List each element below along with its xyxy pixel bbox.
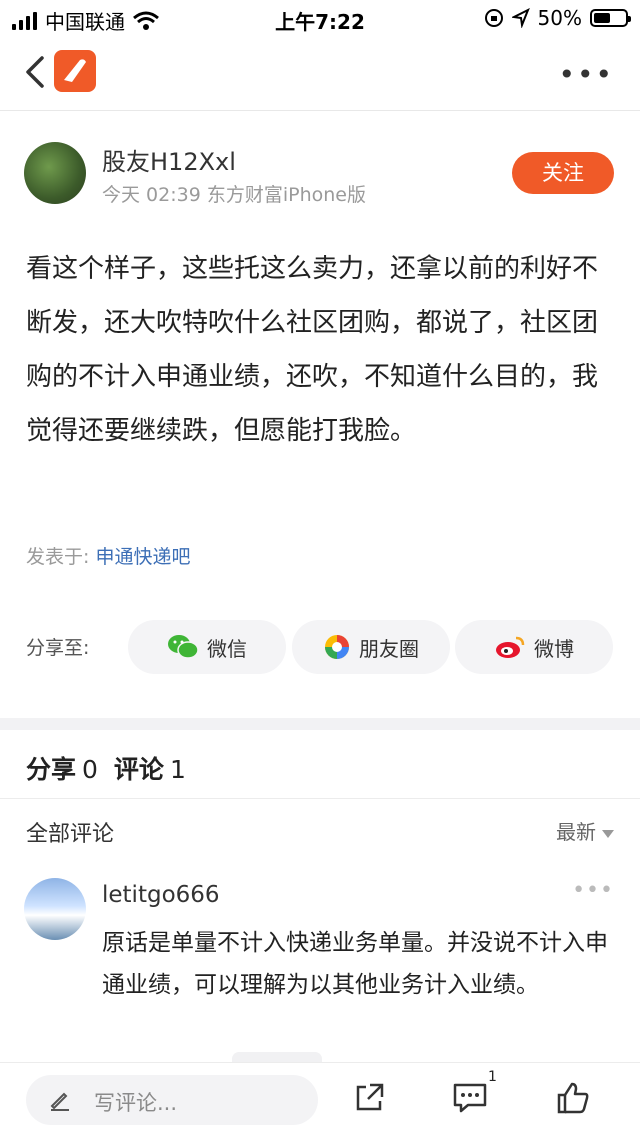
- posted-in: 发表于: 申通快递吧: [26, 542, 190, 569]
- share-count-label[interactable]: 分享: [26, 755, 76, 784]
- follow-button[interactable]: 关注: [512, 152, 614, 194]
- battery-icon: [590, 9, 631, 27]
- sort-dropdown[interactable]: 最新: [556, 816, 614, 845]
- comment-icon[interactable]: [452, 1081, 488, 1115]
- share-count: 0: [82, 755, 98, 784]
- caret-down-icon: [602, 829, 614, 838]
- back-arrow-icon[interactable]: [22, 54, 46, 90]
- share-to-label: 分享至:: [26, 637, 90, 659]
- more-options-icon[interactable]: •••: [558, 58, 614, 91]
- post-body: 看这个样子，这些托这么卖力，还拿以前的利好不断发，还大吹特吹什么社区团购，都说了…: [26, 254, 599, 446]
- moments-icon: [325, 635, 349, 659]
- app-logo-icon: [54, 50, 96, 92]
- bottom-bar: 写评论... 1: [0, 1062, 640, 1139]
- share-weibo-button[interactable]: 微博: [455, 620, 613, 674]
- post-counts: 分享 0 评论 1: [26, 750, 202, 786]
- section-divider: [0, 718, 640, 730]
- post-meta: 今天 02:39 东方财富iPhone版: [102, 184, 366, 206]
- sort-label: 最新: [556, 820, 596, 844]
- commenter-name[interactable]: letitgo666: [102, 882, 220, 908]
- comment-input[interactable]: 写评论...: [26, 1075, 318, 1125]
- comment-more-icon[interactable]: •••: [572, 878, 614, 903]
- nav-bar: •••: [0, 36, 640, 111]
- all-comments-title: 全部评论: [26, 822, 115, 847]
- pencil-icon: [50, 1092, 69, 1111]
- share-icon[interactable]: [352, 1081, 386, 1115]
- stock-bar-link[interactable]: 申通快递吧: [95, 546, 190, 568]
- share-wechat-label: 微信: [207, 636, 247, 661]
- comment-placeholder: 写评论...: [94, 1091, 178, 1115]
- author-avatar[interactable]: [24, 142, 86, 204]
- share-wechat-button[interactable]: 微信: [128, 620, 286, 674]
- location-icon: [511, 8, 530, 28]
- share-weibo-label: 微博: [534, 636, 574, 661]
- comment-badge: 1: [488, 1069, 497, 1085]
- comment-text: 原话是单量不计入快递业务单量。并没说不计入申通业绩，可以理解为以其他业务计入业绩…: [102, 930, 608, 998]
- share-moments-button[interactable]: 朋友圈: [292, 620, 450, 674]
- weibo-icon: [496, 636, 525, 658]
- comment-count: 1: [169, 755, 186, 784]
- comment-count-label[interactable]: 评论: [114, 755, 164, 784]
- posted-in-label: 发表于:: [26, 546, 90, 568]
- wechat-icon: [168, 635, 199, 659]
- battery-percent: 50%: [537, 6, 582, 30]
- author-name[interactable]: 股友H12Xxl: [102, 142, 236, 177]
- status-bar: 中国联通 上午7:22 50%: [0, 0, 640, 36]
- like-icon[interactable]: [556, 1081, 590, 1115]
- orientation-lock-icon: [484, 9, 503, 27]
- share-moments-label: 朋友圈: [359, 636, 419, 661]
- commenter-avatar[interactable]: [24, 878, 86, 940]
- divider: [0, 798, 640, 799]
